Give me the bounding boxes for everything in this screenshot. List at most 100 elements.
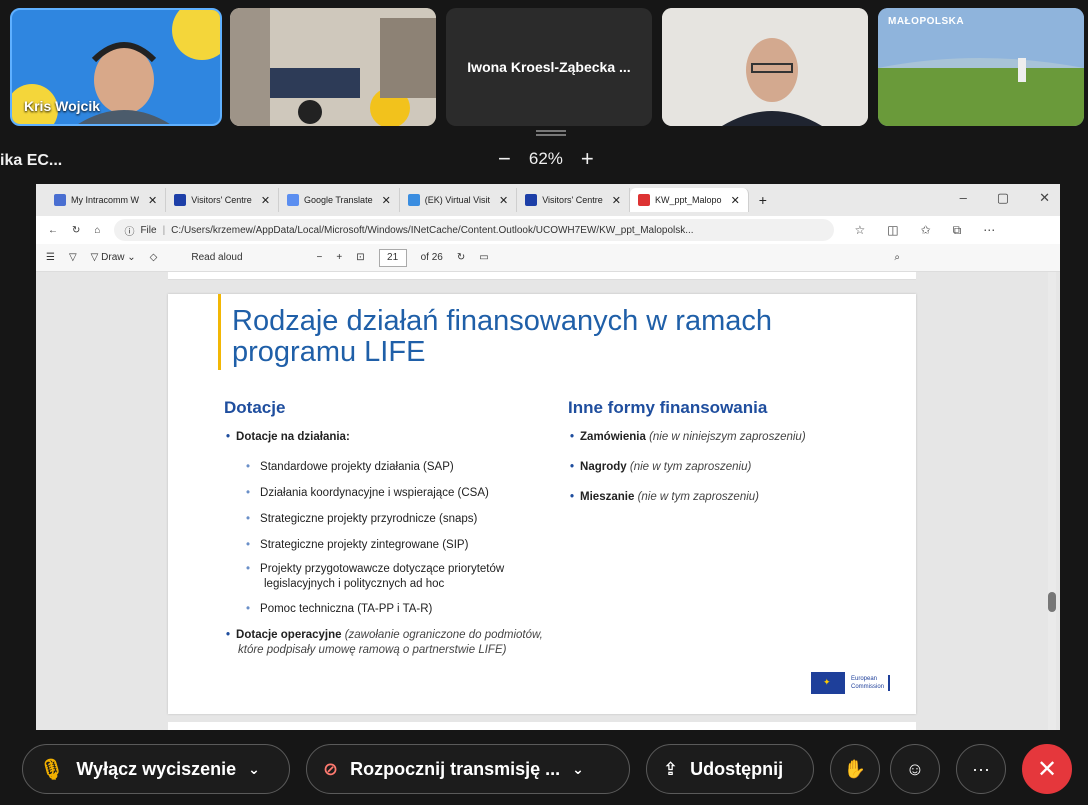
- tab-label: My Intracomm W: [71, 195, 140, 205]
- erase-icon[interactable]: ◇: [150, 252, 158, 263]
- search-icon[interactable]: ⌕: [894, 252, 900, 263]
- participant-tile-room[interactable]: [230, 8, 436, 126]
- more-icon: ···: [972, 758, 990, 779]
- rotate-icon[interactable]: ↻: [457, 252, 465, 263]
- window-controls: – ▢ ✕: [960, 190, 1050, 206]
- previous-page: [168, 272, 916, 280]
- highlight-icon[interactable]: ▽: [69, 252, 77, 263]
- more-icon[interactable]: ⋯: [983, 223, 995, 238]
- browser-tab-4[interactable]: Visitors' Centre ✕: [517, 188, 631, 212]
- sub-bullet: • Pomoc techniczna (TA-PP i TA-R): [246, 603, 433, 615]
- next-page: [168, 722, 916, 730]
- unmute-label: Wyłącz wyciszenie: [76, 758, 237, 779]
- browser-tab-0[interactable]: My Intracomm W ✕: [46, 188, 167, 212]
- right-heading: Inne formy finansowania: [568, 398, 768, 417]
- participant-name: Kris Wojcik: [24, 98, 100, 114]
- bullet-text: Strategiczne projekty przyrodnicze (snap…: [260, 513, 478, 525]
- new-tab-button[interactable]: +: [759, 192, 767, 208]
- draw-button[interactable]: ▽ Draw ⌄: [91, 252, 136, 263]
- shared-screen: My Intracomm W ✕ Visitors' Centre ✕ Google…: [36, 184, 1060, 730]
- favorites-icon[interactable]: ✩: [921, 223, 931, 238]
- chevron-down-icon[interactable]: ⌄: [248, 761, 260, 778]
- start-video-button[interactable]: ⊘ Rozpocznij transmisję ... ⌄: [306, 744, 630, 794]
- bullet-italic: (nie w tym zaproszeniu): [637, 491, 759, 503]
- bullet-bold: Mieszanie: [580, 491, 635, 503]
- participant-tile-kris[interactable]: Kris Wojcik: [10, 8, 222, 126]
- share-icon: ⇪: [663, 758, 679, 779]
- title-accent: [218, 294, 221, 370]
- info-icon: ⓘ: [124, 226, 135, 238]
- hand-icon: ✋: [843, 758, 867, 779]
- bullet-text: Pomoc techniczna (TA-PP i TA-R): [260, 603, 433, 615]
- right-bullet: • Nagrody (nie w tym zaproszeniu): [570, 461, 752, 473]
- split-icon[interactable]: ◫: [887, 223, 898, 238]
- slide-title: Rodzaje działań finansowanych w ramach p…: [232, 305, 773, 368]
- zoom-out-button[interactable]: −: [498, 148, 511, 170]
- refresh-icon[interactable]: ↻: [72, 225, 80, 236]
- meeting-controls: 🎙 Wyłącz wyciszenie ⌄ ⊘ Rozpocznij trans…: [0, 740, 1088, 800]
- participant-video: [662, 8, 868, 126]
- share-label: Udostępnij: [690, 758, 784, 779]
- meeting-window: Kris Wojcik Iwona Kroesl-Ząbecka ... MAŁ…: [0, 0, 1088, 805]
- tab-favicon-icon: [174, 194, 187, 206]
- back-icon[interactable]: ←: [48, 225, 58, 236]
- read-aloud-button[interactable]: Read aloud: [191, 252, 242, 263]
- share-button[interactable]: ⇪ Udostępnij: [646, 744, 814, 794]
- sub-bullet: • Strategiczne projekty zintegrowane (SIP…: [246, 539, 469, 551]
- address-field[interactable]: ⓘ File | C:/Users/krzemew/AppData/Local/…: [114, 219, 835, 241]
- share-zoom-bar: ika EC... − 62% +: [0, 148, 1088, 178]
- unmute-button[interactable]: 🎙 Wyłącz wyciszenie ⌄: [22, 744, 290, 794]
- favorite-icon[interactable]: ☆: [854, 223, 865, 238]
- participant-tile-malopolska[interactable]: MAŁOPOLSKA: [878, 8, 1084, 126]
- close-icon[interactable]: ✕: [148, 194, 157, 207]
- close-icon[interactable]: ✕: [731, 194, 740, 207]
- participant-strip: Kris Wojcik Iwona Kroesl-Ząbecka ... MAŁ…: [0, 6, 1088, 128]
- close-icon: ✕: [1036, 755, 1058, 783]
- sub-bullet: • Strategiczne projekty przyrodnicze (sna…: [246, 513, 478, 525]
- tab-favicon-icon: [407, 194, 420, 206]
- tab-label: Visitors' Centre: [191, 195, 252, 205]
- browser-tab-5[interactable]: KW_ppt_Malopo ✕: [630, 188, 749, 212]
- fit-page-icon[interactable]: ⊡: [356, 252, 364, 263]
- close-icon[interactable]: ✕: [261, 194, 270, 207]
- page-count: of 26: [420, 252, 443, 263]
- close-window-button[interactable]: ✕: [1039, 190, 1050, 206]
- close-icon[interactable]: ✕: [499, 194, 508, 207]
- home-icon[interactable]: ⌂: [94, 225, 100, 236]
- tab-label: (EK) Virtual Visit: [424, 195, 490, 205]
- zoom-out-pdf-icon[interactable]: −: [317, 252, 323, 263]
- pdf-scrollbar[interactable]: [1048, 272, 1056, 730]
- more-options-button[interactable]: ···: [956, 744, 1006, 794]
- participant-tile-iwona[interactable]: Iwona Kroesl-Ząbecka ...: [446, 8, 652, 126]
- close-icon[interactable]: ✕: [612, 194, 621, 207]
- logo-text: European Commission: [851, 675, 890, 691]
- chevron-down-icon[interactable]: ⌄: [572, 761, 584, 778]
- bullet-italic: (nie w tym zaproszeniu): [629, 461, 752, 473]
- scrollbar-thumb[interactable]: [1048, 592, 1056, 612]
- zoom-in-button[interactable]: +: [581, 148, 594, 170]
- address-url: C:/Users/krzemew/AppData/Local/Microsoft…: [171, 224, 694, 236]
- leave-meeting-button[interactable]: ✕: [1022, 744, 1072, 794]
- contents-icon[interactable]: ☰: [46, 252, 55, 263]
- browser-tab-2[interactable]: Google Translate ✕: [279, 188, 400, 212]
- bullet-italic: (nie w niniejszym zaproszeniu): [649, 431, 806, 443]
- bullet-text: Projekty przygotowawcze dotyczące priory…: [260, 563, 505, 590]
- right-bullet: • Zamówienia (nie w niniejszym zaproszeni…: [570, 431, 806, 443]
- logo-line-2: Commission: [850, 684, 884, 690]
- participant-tile-man[interactable]: [662, 8, 868, 126]
- maximize-button[interactable]: ▢: [997, 190, 1009, 206]
- close-icon[interactable]: ✕: [382, 194, 391, 207]
- eu-flag-icon: [810, 672, 845, 694]
- collections-icon[interactable]: ⧉: [953, 223, 962, 238]
- minimize-button[interactable]: –: [960, 190, 967, 206]
- browser-tab-3[interactable]: (EK) Virtual Visit ✕: [400, 188, 518, 212]
- tab-label: KW_ppt_Malopo: [655, 195, 722, 205]
- page-number-input[interactable]: 21: [378, 248, 407, 267]
- bullet-text: Działania koordynacyjne i wspierające (C…: [260, 487, 489, 499]
- page-view-icon[interactable]: ▭: [479, 252, 488, 263]
- strip-resize-handle[interactable]: [536, 130, 566, 136]
- zoom-in-pdf-icon[interactable]: +: [336, 252, 342, 263]
- browser-tab-1[interactable]: Visitors' Centre ✕: [166, 188, 280, 212]
- reactions-button[interactable]: ☺: [890, 744, 940, 794]
- raise-hand-button[interactable]: ✋: [830, 744, 880, 794]
